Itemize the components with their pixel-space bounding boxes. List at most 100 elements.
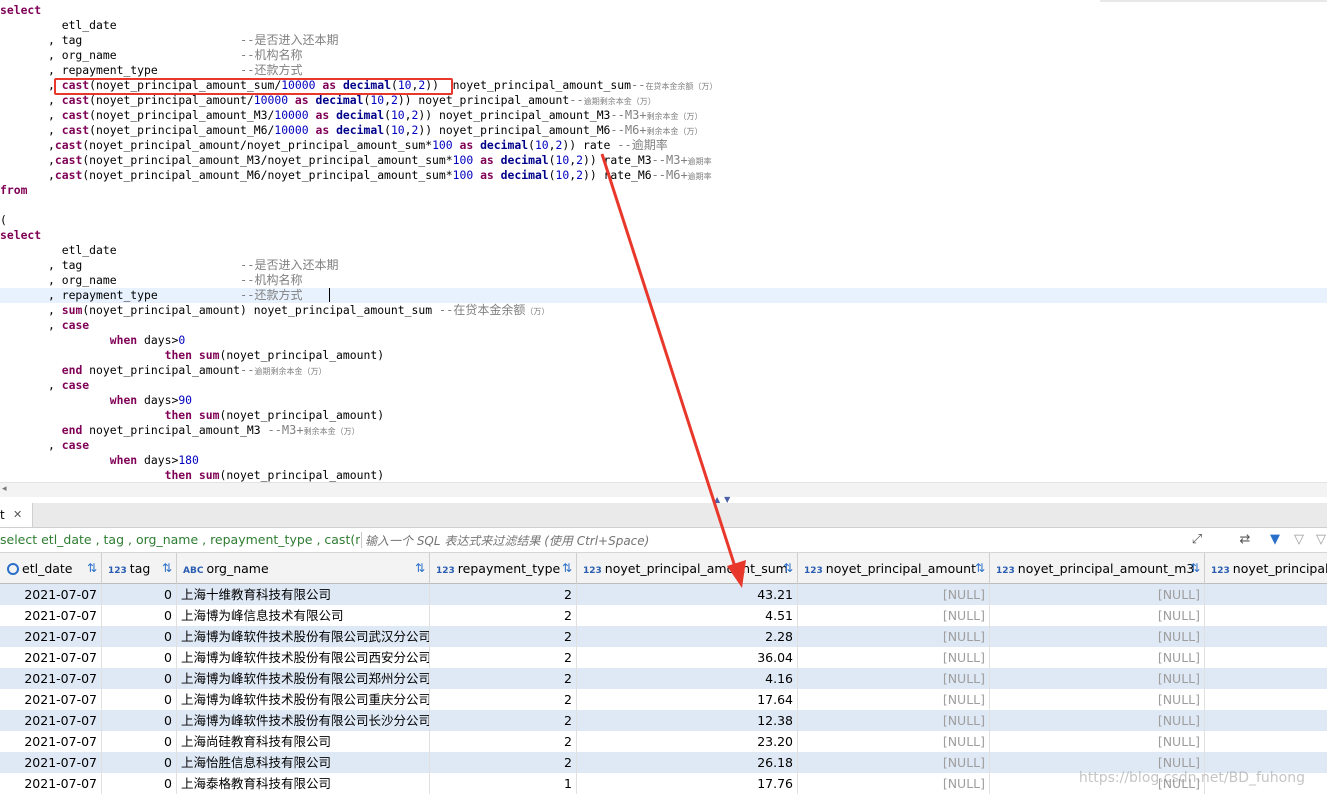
table-cell-repayment-type[interactable]: 2 (430, 626, 577, 647)
table-cell-noyet-principal-amount-m3[interactable]: [NULL] (990, 668, 1205, 689)
table-cell-org-name[interactable]: 上海博为峰软件技术股份有限公司西安分公司 (177, 647, 430, 668)
sql-editor[interactable]: select etl_date , tag --是否进入还本期 , org_na… (0, 0, 1327, 482)
expand-icon[interactable]: ⤢ (1188, 531, 1206, 549)
table-cell-empty[interactable] (1205, 710, 1327, 731)
table-cell-org-name[interactable]: 上海博为峰信息技术有限公司 (177, 605, 430, 626)
sort-filter-icon[interactable]: ⇅ (1190, 553, 1200, 583)
table-cell-noyet-principal-amount-m3[interactable]: [NULL] (990, 731, 1205, 752)
filter-input[interactable] (363, 531, 1182, 551)
table-cell-etl-date[interactable]: 2021-07-07 (0, 605, 102, 626)
table-cell-repayment-type[interactable]: 2 (430, 668, 577, 689)
filter-history-icon[interactable]: ▽ (1312, 531, 1327, 549)
table-cell-noyet-principal-amount-sum[interactable]: 43.21 (577, 584, 798, 605)
table-cell-empty[interactable] (1205, 605, 1327, 626)
table-cell-tag[interactable]: 0 (102, 647, 177, 668)
sort-filter-icon[interactable]: ⇅ (562, 553, 572, 583)
table-row[interactable]: 2021-07-07 0 上海尚硅教育科技有限公司 2 23.20 [NULL] [NULL… (0, 731, 1327, 752)
column-header-noyet-principal-a[interactable]: 123noyet_principal_a (1205, 553, 1327, 584)
table-cell-noyet-principal-amount-sum[interactable]: 23.20 (577, 731, 798, 752)
table-cell-noyet-principal-amount-m3[interactable]: [NULL] (990, 626, 1205, 647)
table-cell-noyet-principal-amount[interactable]: [NULL] (798, 626, 990, 647)
table-cell-empty[interactable] (1205, 689, 1327, 710)
table-cell-etl-date[interactable]: 2021-07-07 (0, 710, 102, 731)
refresh-icon[interactable]: ⇄ (1236, 531, 1254, 549)
table-cell-empty[interactable] (1205, 647, 1327, 668)
table-cell-org-name[interactable]: 上海博为峰软件技术股份有限公司武汉分公司 (177, 626, 430, 647)
table-cell-org-name[interactable]: 上海十维教育科技有限公司 (177, 584, 430, 605)
column-header-org-name[interactable]: ABC org_name ⇅ (177, 553, 430, 584)
table-cell-tag[interactable]: 0 (102, 626, 177, 647)
table-cell-noyet-principal-amount[interactable]: [NULL] (798, 689, 990, 710)
column-header-repayment-type[interactable]: 123 repayment_type ⇅ (430, 553, 577, 584)
table-cell-noyet-principal-amount[interactable]: [NULL] (798, 731, 990, 752)
table-cell-noyet-principal-amount-sum[interactable]: 2.28 (577, 626, 798, 647)
scroll-left-arrow-icon[interactable]: ◂ (2, 484, 7, 494)
table-row[interactable]: 2021-07-07 0 上海博为峰软件技术股份有限公司武汉分公司 2 2.28 [NUL… (0, 626, 1327, 647)
close-icon[interactable]: ✕ (13, 503, 22, 527)
table-cell-noyet-principal-amount[interactable]: [NULL] (798, 668, 990, 689)
table-cell-noyet-principal-amount-m3[interactable]: [NULL] (990, 647, 1205, 668)
sort-filter-icon[interactable]: ⇅ (783, 553, 793, 583)
table-cell-tag[interactable]: 0 (102, 668, 177, 689)
table-cell-noyet-principal-amount-sum[interactable]: 12.38 (577, 710, 798, 731)
column-header-etl-date[interactable]: etl_date ⇅ (0, 553, 102, 584)
table-cell-repayment-type[interactable]: 2 (430, 647, 577, 668)
table-cell-repayment-type[interactable]: 2 (430, 731, 577, 752)
table-cell-etl-date[interactable]: 2021-07-07 (0, 647, 102, 668)
table-row[interactable]: 2021-07-07 0 上海博为峰软件技术股份有限公司郑州分公司 2 4.16 [NUL… (0, 668, 1327, 689)
table-cell-repayment-type[interactable]: 2 (430, 710, 577, 731)
table-cell-etl-date[interactable]: 2021-07-07 (0, 731, 102, 752)
table-row[interactable]: 2021-07-07 0 上海博为峰软件技术股份有限公司重庆分公司 2 17.64 [NU… (0, 689, 1327, 710)
table-cell-noyet-principal-amount-sum[interactable]: 4.51 (577, 605, 798, 626)
table-cell-tag[interactable]: 0 (102, 752, 177, 773)
sort-filter-icon[interactable]: ⇅ (162, 553, 172, 583)
results-grid[interactable]: etl_date ⇅ 123 tag ⇅ ABC org_name ⇅ 123 repayment… (0, 553, 1327, 798)
table-cell-noyet-principal-amount-m3[interactable]: [NULL] (990, 710, 1205, 731)
table-cell-empty[interactable] (1205, 668, 1327, 689)
table-cell-tag[interactable]: 0 (102, 773, 177, 794)
table-cell-noyet-principal-amount-m3[interactable]: [NULL] (990, 689, 1205, 710)
table-cell-etl-date[interactable]: 2021-07-07 (0, 584, 102, 605)
table-cell-noyet-principal-amount[interactable]: [NULL] (798, 605, 990, 626)
table-cell-noyet-principal-amount-sum[interactable]: 17.64 (577, 689, 798, 710)
table-cell-noyet-principal-amount[interactable]: [NULL] (798, 752, 990, 773)
table-cell-tag[interactable]: 0 (102, 584, 177, 605)
table-cell-empty[interactable] (1205, 731, 1327, 752)
table-row[interactable]: 2021-07-07 0 上海十维教育科技有限公司 2 43.21 [NULL] [NULL… (0, 584, 1327, 605)
table-cell-etl-date[interactable]: 2021-07-07 (0, 668, 102, 689)
table-row[interactable]: 2021-07-07 0 上海博为峰软件技术股份有限公司长沙分公司 2 12.38 [NU… (0, 710, 1327, 731)
table-cell-noyet-principal-amount[interactable]: [NULL] (798, 584, 990, 605)
table-cell-org-name[interactable]: 上海泰格教育科技有限公司 (177, 773, 430, 794)
filter-icon[interactable]: ▼ (1266, 531, 1284, 549)
table-cell-org-name[interactable]: 上海尚硅教育科技有限公司 (177, 731, 430, 752)
sort-filter-icon[interactable]: ⇅ (975, 553, 985, 583)
table-cell-noyet-principal-amount-sum[interactable]: 36.04 (577, 647, 798, 668)
column-header-noyet-principal-amount[interactable]: 123 noyet_principal_amount ⇅ (798, 553, 990, 584)
table-cell-repayment-type[interactable]: 2 (430, 584, 577, 605)
table-cell-empty[interactable] (1205, 626, 1327, 647)
table-cell-etl-date[interactable]: 2021-07-07 (0, 773, 102, 794)
column-header-noyet-principal-amount-m3[interactable]: 123 noyet_principal_amount_m3 ⇅ (990, 553, 1205, 584)
table-cell-repayment-type[interactable]: 2 (430, 689, 577, 710)
table-cell-repayment-type[interactable]: 1 (430, 773, 577, 794)
table-row[interactable]: 2021-07-07 0 上海博为峰软件技术股份有限公司西安分公司 2 36.04 [NU… (0, 647, 1327, 668)
table-row[interactable]: 2021-07-07 0 上海博为峰信息技术有限公司 2 4.51 [NULL] [NULL… (0, 605, 1327, 626)
filter-clear-icon[interactable]: ▽ (1290, 531, 1308, 549)
table-cell-etl-date[interactable]: 2021-07-07 (0, 689, 102, 710)
table-cell-noyet-principal-amount-m3[interactable]: [NULL] (990, 605, 1205, 626)
table-cell-org-name[interactable]: 上海怡胜信息科技有限公司 (177, 752, 430, 773)
table-cell-org-name[interactable]: 上海博为峰软件技术股份有限公司重庆分公司 (177, 689, 430, 710)
table-cell-noyet-principal-amount-sum[interactable]: 26.18 (577, 752, 798, 773)
editor-horizontal-scrollbar[interactable]: ◂ (0, 482, 1327, 497)
table-cell-noyet-principal-amount-sum[interactable]: 4.16 (577, 668, 798, 689)
table-cell-tag[interactable]: 0 (102, 689, 177, 710)
sort-filter-icon[interactable]: ⇅ (87, 553, 97, 583)
table-cell-empty[interactable] (1205, 584, 1327, 605)
table-cell-noyet-principal-amount[interactable]: [NULL] (798, 710, 990, 731)
table-cell-noyet-principal-amount-sum[interactable]: 17.76 (577, 773, 798, 794)
table-cell-tag[interactable]: 0 (102, 710, 177, 731)
table-cell-etl-date[interactable]: 2021-07-07 (0, 626, 102, 647)
table-cell-etl-date[interactable]: 2021-07-07 (0, 752, 102, 773)
table-cell-repayment-type[interactable]: 2 (430, 605, 577, 626)
sort-filter-icon[interactable]: ⇅ (415, 553, 425, 583)
